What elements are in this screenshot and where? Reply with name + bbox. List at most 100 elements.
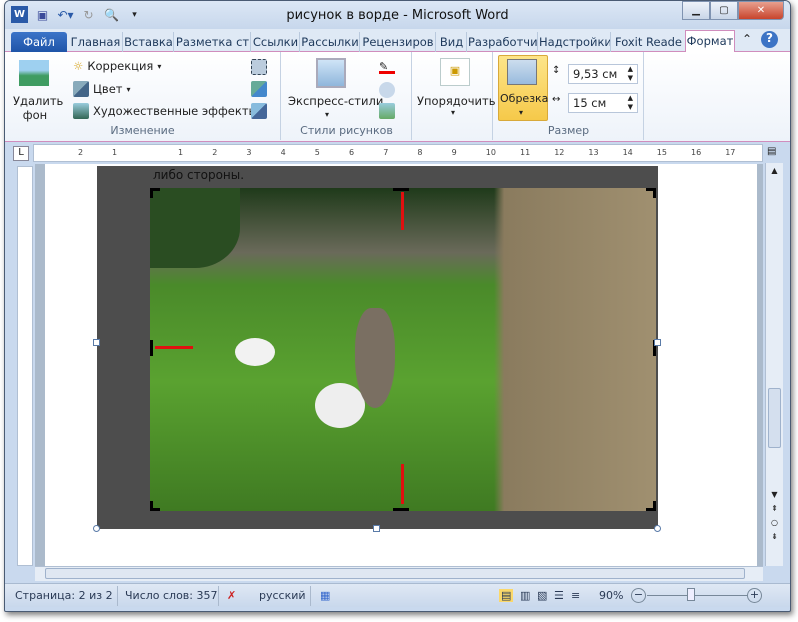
change-picture-icon[interactable] xyxy=(251,81,267,97)
tab-insert[interactable]: Вставка xyxy=(124,32,174,52)
white-goose xyxy=(235,338,275,366)
full-screen-reading-icon[interactable]: ▥ xyxy=(520,589,530,602)
arrange-icon: ▣ xyxy=(440,58,470,86)
ruler-number: 17 xyxy=(725,148,736,157)
draft-icon[interactable]: ≡ xyxy=(571,589,580,602)
ruler-number: 14 xyxy=(622,148,633,157)
red-arrow-right-icon xyxy=(155,346,193,349)
resize-handle[interactable] xyxy=(654,525,661,532)
view-ruler-icon[interactable]: ▤ xyxy=(767,146,783,161)
arrange-button[interactable]: Упорядочить xyxy=(417,94,496,108)
correction-button[interactable]: ☼ Коррекция ▾ xyxy=(73,59,161,73)
page-count[interactable]: Страница: 2 из 2 xyxy=(15,589,113,602)
crop-handle[interactable] xyxy=(646,188,656,198)
crop-handle[interactable] xyxy=(150,188,160,198)
word-window: W ▣ ↶▾ ↻ 🔍 ▾ рисунок в ворде - Microsoft… xyxy=(4,0,791,612)
color-button[interactable]: Цвет ▾ xyxy=(73,81,131,97)
width-input[interactable]: 15 см ▲ ▼ xyxy=(568,93,638,113)
art-effects-icon xyxy=(73,103,89,119)
horizontal-scroll-thumb[interactable] xyxy=(45,568,745,579)
remove-background-icon xyxy=(19,60,49,86)
minimize-ribbon-icon[interactable]: ⌃ xyxy=(742,32,752,46)
zoom-slider[interactable] xyxy=(647,595,747,596)
resize-handle[interactable] xyxy=(654,339,661,346)
picture-border-icon[interactable]: ✎ xyxy=(379,60,395,74)
tab-format[interactable]: Формат xyxy=(685,30,735,53)
close-button[interactable]: ✕ xyxy=(738,1,784,20)
vertical-ruler[interactable] xyxy=(17,166,33,566)
resize-handle[interactable] xyxy=(93,525,100,532)
correction-label: Коррекция xyxy=(87,59,154,73)
vertical-scroll-thumb[interactable] xyxy=(768,388,781,448)
ruler-number: 9 xyxy=(451,148,457,157)
ruler-number: 13 xyxy=(588,148,599,157)
ribbon: Удалить фон ☼ Коррекция ▾ Цвет ▾ Художестве… xyxy=(5,52,790,142)
tab-references[interactable]: Ссылки xyxy=(252,32,300,52)
remove-background-button[interactable]: Удалить фон xyxy=(13,94,63,122)
tab-page-layout[interactable]: Разметка ст xyxy=(175,32,251,52)
word-count[interactable]: Число слов: 357 xyxy=(125,589,218,602)
zoom-out-button[interactable]: − xyxy=(631,588,646,603)
tab-developer[interactable]: Разработчи xyxy=(468,32,538,52)
reset-picture-icon[interactable] xyxy=(251,103,267,119)
white-goose xyxy=(315,383,365,428)
crop-button[interactable]: Обрезка ▾ xyxy=(498,55,548,121)
crop-handle[interactable] xyxy=(150,340,153,356)
tab-review[interactable]: Рецензиров xyxy=(361,32,436,52)
color-icon xyxy=(73,81,89,97)
zoom-slider-thumb[interactable] xyxy=(687,588,695,601)
crop-handle[interactable] xyxy=(393,508,409,511)
height-value: 9,53 см xyxy=(573,67,618,81)
crop-icon xyxy=(507,59,537,85)
ruler-number: 4 xyxy=(280,148,286,157)
group-arrange: ▣ Упорядочить ▾ xyxy=(413,52,496,140)
web-layout-icon[interactable]: ▧ xyxy=(537,589,547,602)
resize-handle[interactable] xyxy=(93,339,100,346)
tab-file[interactable]: Файл xyxy=(11,32,67,52)
tab-addins[interactable]: Надстройки xyxy=(539,32,611,52)
window-title: рисунок в ворде - Microsoft Word xyxy=(286,8,509,23)
crop-label: Обрезка xyxy=(500,92,549,105)
horizontal-scrollbar[interactable] xyxy=(35,566,763,581)
height-icon: ↕ xyxy=(552,65,561,76)
art-effects-label: Художественные эффекты xyxy=(93,104,258,118)
tab-home[interactable]: Главная xyxy=(69,32,123,52)
resize-handle[interactable] xyxy=(373,525,380,532)
help-icon[interactable]: ? xyxy=(761,31,778,48)
express-styles-button[interactable]: Экспресс-стили xyxy=(288,94,383,108)
crop-handle[interactable] xyxy=(393,188,409,191)
tab-mailings[interactable]: Рассылки xyxy=(301,32,360,52)
horizontal-ruler[interactable]: 1 2 1 2 3 4 5 6 7 8 9 10 11 12 13 14 15 16 17 xyxy=(33,144,763,162)
minimize-button[interactable]: ▁ xyxy=(682,1,710,20)
width-value: 15 см xyxy=(573,96,607,110)
picture-effects-icon[interactable] xyxy=(379,82,395,98)
proofing-icon[interactable]: ✗ xyxy=(227,589,236,602)
tab-view[interactable]: Вид xyxy=(437,32,467,52)
ruler-number: 16 xyxy=(691,148,702,157)
zoom-in-button[interactable]: + xyxy=(747,588,762,603)
outline-icon[interactable]: ☰ xyxy=(554,589,564,602)
language[interactable]: русский xyxy=(259,589,306,602)
crop-handle[interactable] xyxy=(646,501,656,511)
ruler-number: 3 xyxy=(246,148,252,157)
status-bar: Страница: 2 из 2 Число слов: 357 ✗ русск… xyxy=(5,583,790,607)
tab-selector[interactable]: L xyxy=(13,146,29,161)
ruler-number: 6 xyxy=(349,148,355,157)
crop-handle[interactable] xyxy=(150,501,160,511)
height-input[interactable]: 9,53 см ▲ ▼ xyxy=(568,64,638,84)
zoom-level[interactable]: 90% xyxy=(599,589,623,602)
maximize-button[interactable]: ▢ xyxy=(710,1,738,20)
print-layout-icon[interactable]: ▤ xyxy=(499,589,514,602)
art-effects-button[interactable]: Художественные эффекты▾ xyxy=(73,103,266,119)
tab-foxit[interactable]: Foxit Reade xyxy=(612,32,686,52)
compress-pictures-icon[interactable] xyxy=(251,59,267,75)
ruler-number: 2 xyxy=(78,148,84,157)
vertical-scrollbar[interactable]: ▲ ▼ ⇞ ○ ⇟ xyxy=(765,163,783,566)
ribbon-tabs: Файл Главная Вставка Разметка ст Ссылки … xyxy=(5,29,790,53)
document-area: либо стороны. xyxy=(35,164,763,566)
title-bar: W ▣ ↶▾ ↻ 🔍 ▾ рисунок в ворде - Microsoft… xyxy=(5,1,790,29)
red-arrow-down-icon xyxy=(401,192,404,230)
document-text: либо стороны. xyxy=(153,168,245,182)
picture-layout-icon[interactable] xyxy=(379,103,395,119)
macro-icon[interactable]: ▦ xyxy=(320,589,330,602)
